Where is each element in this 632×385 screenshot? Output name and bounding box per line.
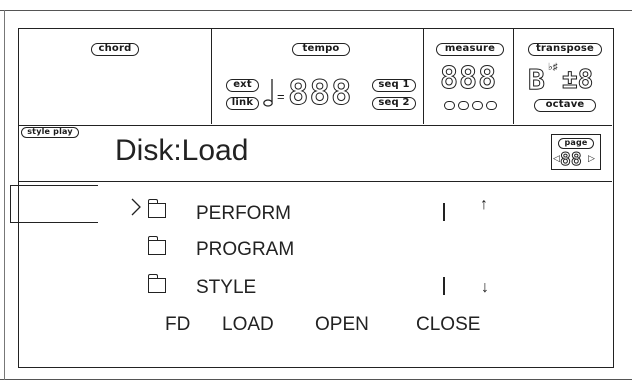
open-button[interactable]: OPEN	[315, 314, 369, 336]
measure-label: measure	[436, 43, 504, 56]
folder-icon	[147, 274, 166, 293]
page-label: page	[558, 138, 594, 149]
page-box: page 88 ◁ ▷	[551, 134, 601, 171]
link-indicator: link	[226, 97, 259, 110]
beat-dot	[444, 101, 455, 110]
file-item-name[interactable]: STYLE	[196, 277, 256, 299]
title-area: style play Disk:Load page 88 ◁ ▷	[19, 126, 612, 182]
fd-button[interactable]: FD	[165, 314, 190, 336]
close-button[interactable]: CLOSE	[416, 314, 480, 336]
file-item-name[interactable]: PERFORM	[196, 203, 291, 225]
page-value: 88	[560, 149, 583, 171]
beat-dot	[486, 101, 497, 110]
quarter-note-icon	[263, 79, 273, 107]
scroll-up-arrow-icon[interactable]: ↑	[480, 196, 488, 214]
seq2-indicator: seq 2	[372, 97, 416, 110]
tempo-section: tempo ext link = 888 seq 1 seq 2	[212, 29, 424, 124]
measure-section: measure 888	[424, 29, 514, 124]
transpose-accidental: ♭♯	[548, 62, 558, 73]
left-margin-line	[4, 10, 5, 380]
beat-indicator	[444, 101, 497, 110]
page-title: Disk:Load	[115, 134, 249, 167]
bottom-divider	[0, 379, 632, 380]
style-play-label: style play	[21, 127, 79, 138]
beat-dot	[472, 101, 483, 110]
page-left-arrow-icon: ◁	[553, 153, 560, 163]
folder-icon	[147, 199, 166, 218]
scroll-down-arrow-icon[interactable]: ↓	[481, 279, 489, 297]
transpose-section: transpose B ♭♯ ±8 octave	[514, 29, 612, 124]
page-right-arrow-icon: ▷	[588, 153, 595, 163]
list-separator	[443, 203, 445, 221]
seq1-indicator: seq 1	[372, 79, 416, 92]
cursor-right-arrow-icon	[131, 198, 141, 216]
folder-icon	[147, 236, 166, 255]
ext-indicator: ext	[226, 79, 259, 92]
beat-dot	[458, 101, 469, 110]
transpose-note: B	[528, 63, 546, 97]
transpose-value: ±8	[561, 65, 594, 96]
equals-sign: =	[277, 89, 285, 104]
top-divider	[0, 10, 632, 11]
tempo-value: 888	[287, 73, 353, 114]
file-item-name[interactable]: PROGRAM	[196, 239, 294, 261]
selection-cursor[interactable]	[10, 185, 98, 223]
load-button[interactable]: LOAD	[222, 314, 274, 336]
status-panel: chord tempo ext link = 888 seq 1 seq 2 m…	[19, 29, 612, 126]
measure-value: 888	[439, 61, 498, 97]
octave-label: octave	[534, 99, 596, 112]
list-separator	[443, 277, 445, 295]
chord-section: chord	[19, 29, 212, 124]
chord-label: chord	[91, 43, 139, 56]
tempo-label: tempo	[292, 43, 350, 56]
transpose-label: transpose	[528, 43, 602, 56]
